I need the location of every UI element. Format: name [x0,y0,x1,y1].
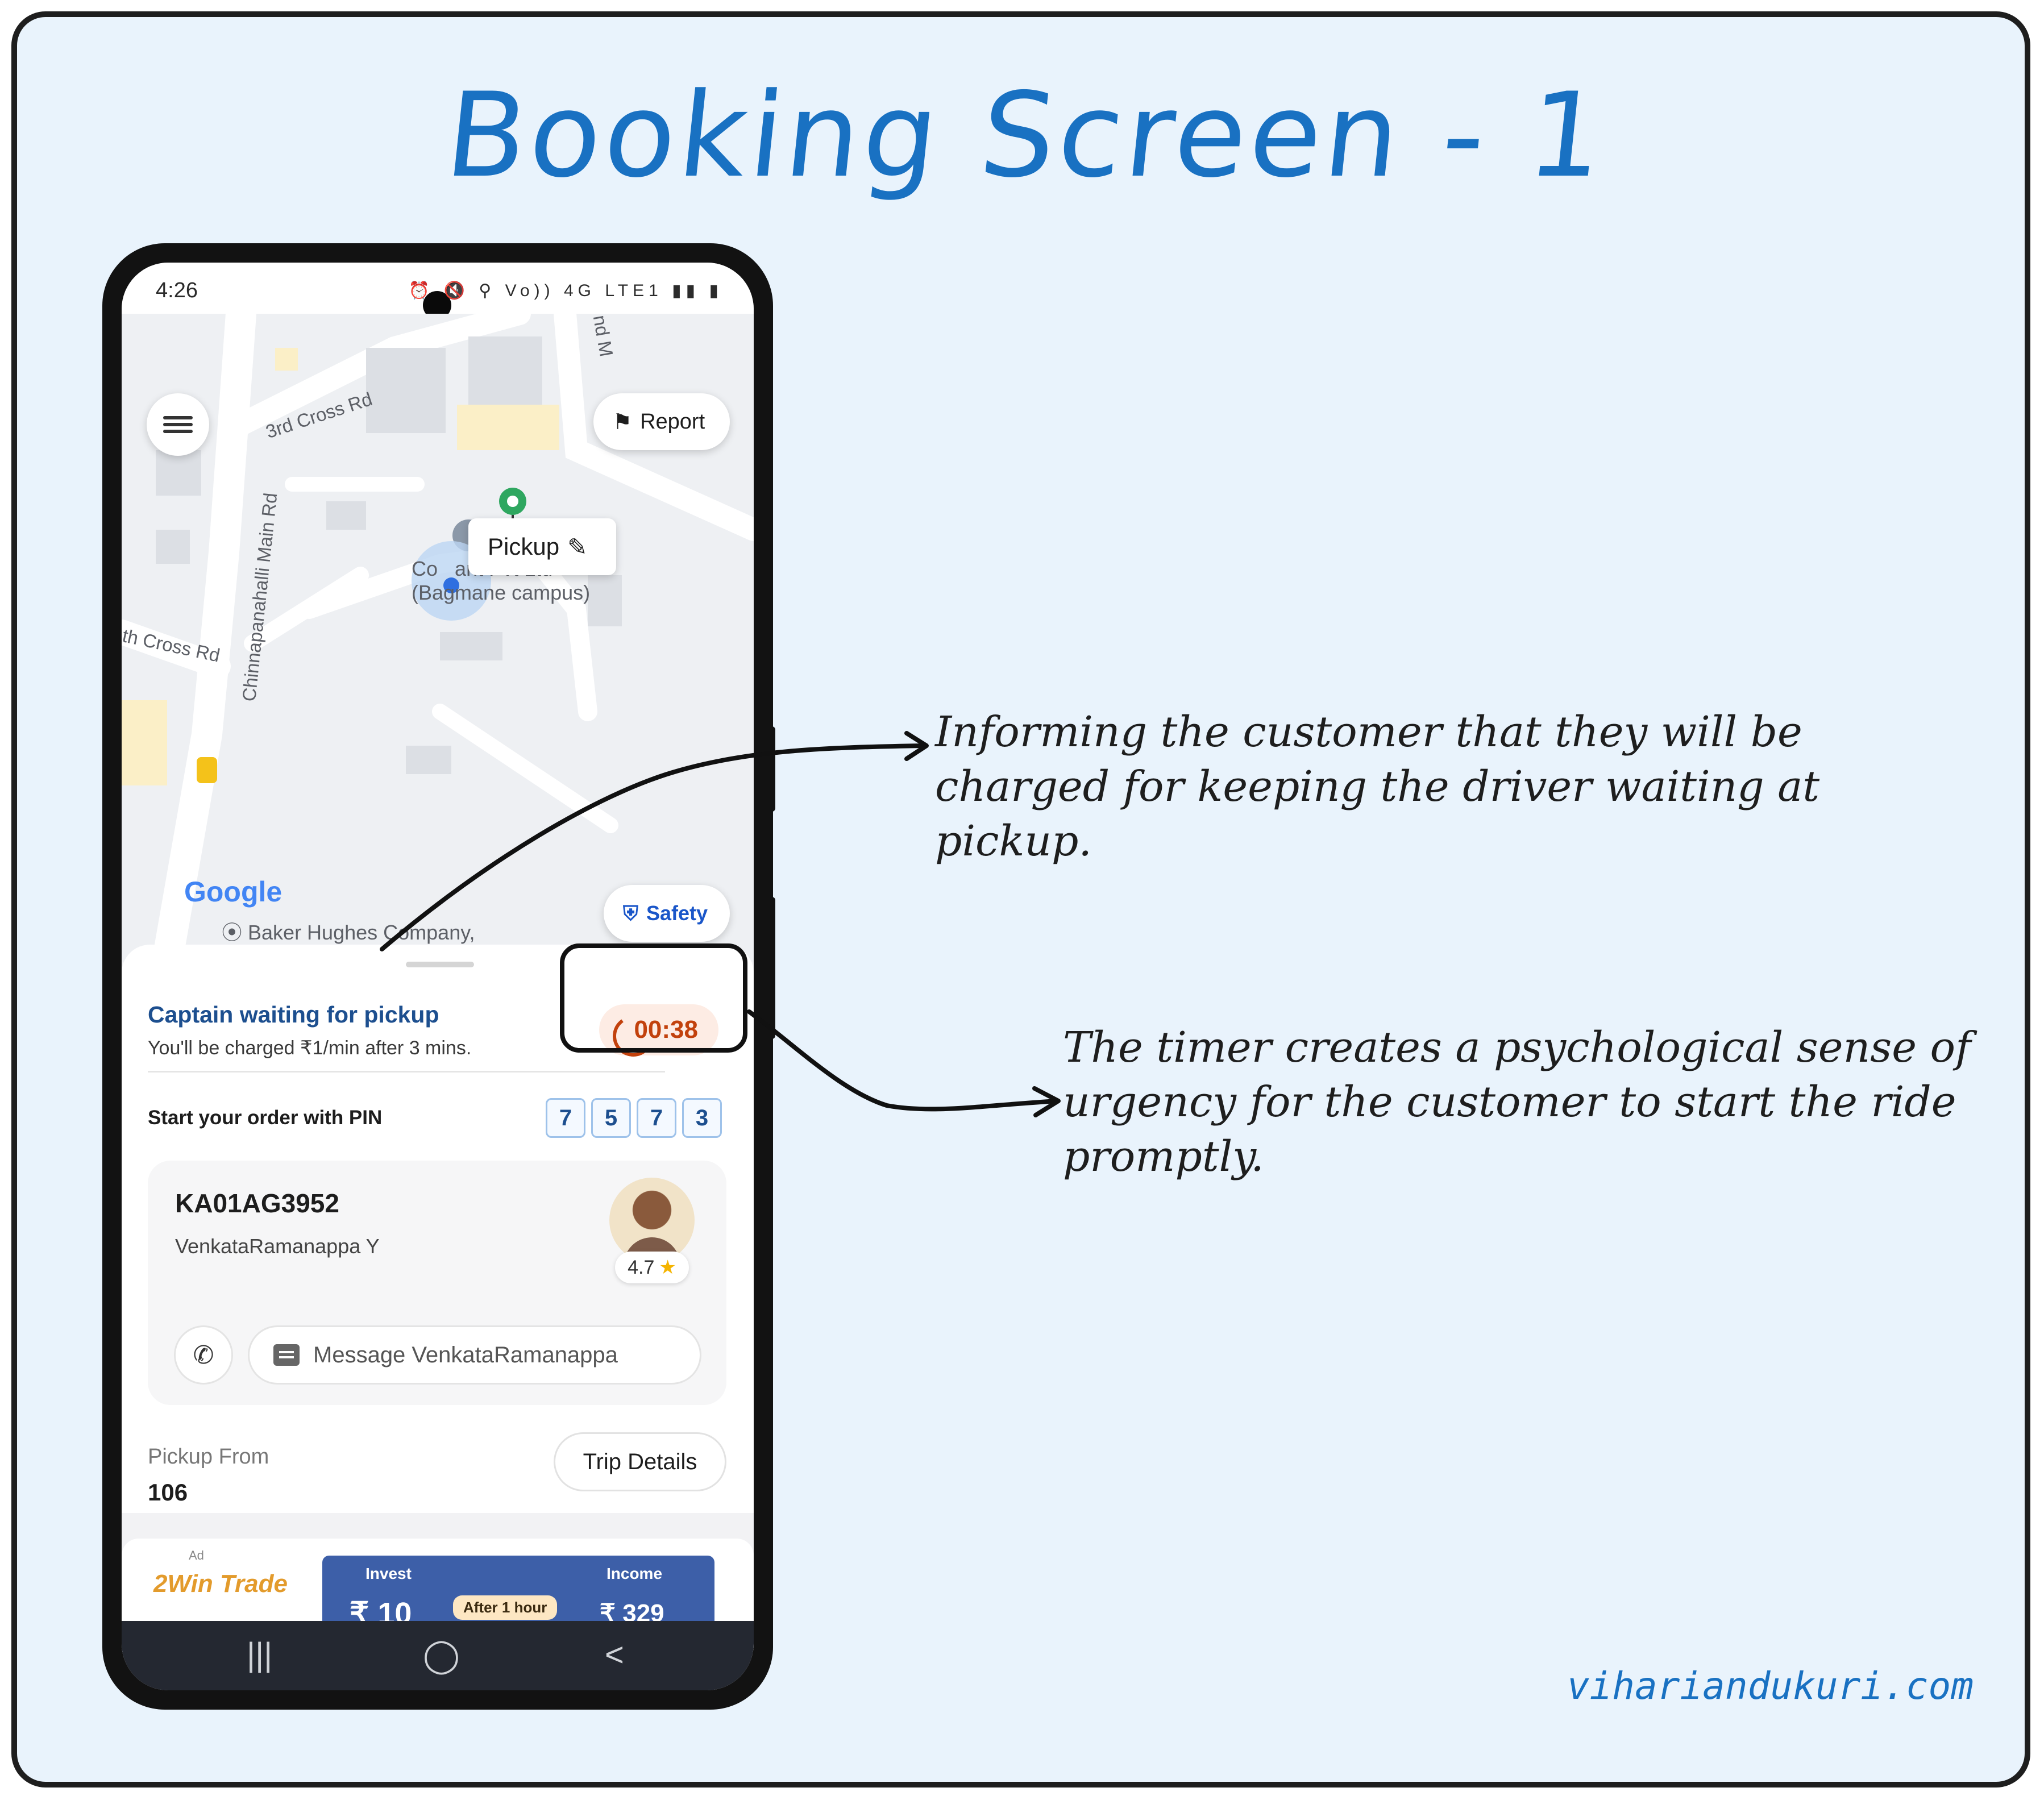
report-label: Report [640,409,705,434]
message-input[interactable]: Message VenkataRamanappa [248,1325,701,1385]
place-label-part: mane campus) [455,581,591,604]
driver-rating: 4.7 ★ [615,1252,689,1283]
menu-button[interactable] [147,393,209,456]
page-title: Booking Screen - 1 [439,68,1614,203]
poi-name: Baker Hughes Company, [248,921,475,944]
status-icons: ⏰ 🔇 ⚲ Vo)) 4G LTE1 ▮▮ ▮ [408,281,723,300]
google-logo-text: Google [184,876,282,908]
timer-highlight-box [560,943,747,1053]
safety-label: Safety [646,901,708,925]
google-logo: Google [184,875,282,908]
flag-icon: ⚑ [613,410,633,434]
poi-label: ⦿ Baker Hughes Company, [222,921,475,944]
pencil-icon: ✎ [567,533,588,560]
place-label: (Bagmane campus) [412,581,590,605]
message-placeholder: Message VenkataRamanappa [313,1342,618,1367]
network-text: Vo)) 4G LTE1 [505,281,663,300]
power-button [766,897,775,1039]
ad-income-label: Income [606,1565,663,1582]
captain-card: KA01AG3952 VenkataRamanappa Y 4.7 ★ ✆ Me… [148,1161,726,1405]
android-nav-bar: ||| ◯ < [122,1621,754,1690]
vehicle-plate: KA01AG3952 [175,1188,339,1218]
star-icon: ★ [659,1257,676,1278]
phone-icon: ✆ [193,1341,214,1369]
volume-button [766,726,775,812]
website-credit: vihariandukuri.com [1567,1664,1974,1708]
wait-title: Captain waiting for pickup [148,1001,439,1028]
pin-digit: 5 [591,1098,631,1138]
hamburger-icon [163,413,193,437]
pin-digit: 7 [546,1098,585,1138]
pickup-from-value: 106 [148,1479,188,1506]
home-icon[interactable]: ◯ [423,1636,460,1674]
ad-brand-logo: 2Win Trade [153,1570,288,1598]
driver-avatar[interactable] [609,1178,695,1263]
trip-details-button[interactable]: Trip Details [554,1432,726,1491]
annotation-waiting-charge: Informing the customer that they will be… [935,708,1820,866]
place-label-part: (Bag [412,581,455,604]
place-label-part: Co [412,557,438,580]
ad-invest-label: Invest [365,1565,412,1582]
rating-value: 4.7 [628,1256,655,1278]
report-button[interactable]: ⚑ Report [593,393,730,450]
chat-icon [273,1344,300,1366]
status-time: 4:26 [156,278,198,302]
pin-label: Start your order with PIN [148,1107,383,1129]
pin-digit: 7 [637,1098,676,1138]
divider [148,1071,665,1072]
driver-name: VenkataRamanappa Y [175,1234,380,1258]
ad-after-label: After 1 hour [453,1595,558,1620]
status-bar: 4:26 ⏰ 🔇 ⚲ Vo)) 4G LTE1 ▮▮ ▮ [122,263,754,319]
pin-digit: 3 [682,1098,722,1138]
safety-button[interactable]: ⛨ Safety [604,885,730,942]
pickup-label: Pickup [488,533,560,560]
recents-icon[interactable]: ||| [247,1636,272,1674]
drag-handle[interactable] [406,962,474,967]
pickup-from-label: Pickup From [148,1445,269,1469]
pickup-edit-button[interactable]: Pickup ✎ [468,518,616,575]
map-view[interactable]: 3rd Cross Rd Chinnapanahalli Main Rd th … [122,314,754,962]
wait-subtitle: You'll be charged ₹1/min after 3 mins. [148,1037,472,1059]
back-icon[interactable]: < [605,1636,624,1674]
call-button[interactable]: ✆ [174,1325,233,1385]
ad-label: Ad [189,1548,204,1562]
annotation-timer-urgency: The timer creates a psychological sense … [1063,1023,1971,1181]
shield-icon: ⛨ [623,901,639,925]
